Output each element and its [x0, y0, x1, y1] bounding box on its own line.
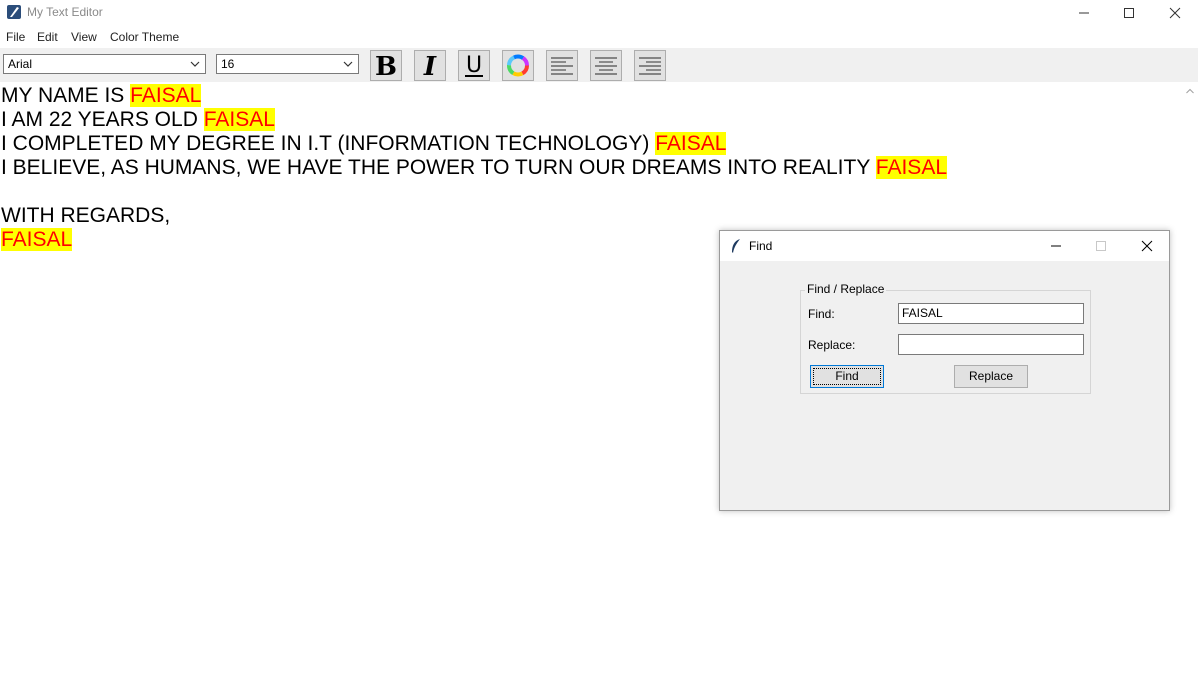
vertical-scrollbar[interactable]: [1182, 84, 1198, 685]
find-dialog-title: Find: [749, 239, 773, 253]
align-right-button[interactable]: [634, 50, 666, 81]
minimize-icon: [1079, 12, 1089, 14]
align-left-button[interactable]: [546, 50, 578, 81]
close-button[interactable]: [1152, 0, 1198, 26]
bold-icon: B: [375, 52, 397, 79]
search-highlight: FAISAL: [130, 84, 202, 107]
find-input[interactable]: FAISAL: [898, 303, 1084, 324]
align-center-icon: [595, 57, 617, 75]
italic-button[interactable]: I: [414, 50, 446, 81]
window-title: My Text Editor: [27, 5, 103, 19]
underline-icon: U: [465, 53, 483, 78]
dialog-minimize-button[interactable]: [1033, 231, 1078, 261]
font-family-value: Arial: [8, 57, 33, 71]
editor-line-2: I AM 22 YEARS OLD FAISAL: [1, 108, 275, 131]
replace-button[interactable]: Replace: [954, 365, 1028, 388]
quill-app-icon: [6, 4, 22, 20]
underline-button[interactable]: U: [458, 50, 490, 81]
replace-input[interactable]: [898, 334, 1084, 355]
feather-icon: [730, 238, 742, 259]
menu-file[interactable]: File: [6, 30, 25, 44]
bold-button[interactable]: B: [370, 50, 402, 81]
dialog-close-button[interactable]: [1124, 231, 1169, 261]
chevron-down-icon: [343, 61, 353, 67]
font-size-value: 16: [221, 57, 235, 71]
search-highlight: FAISAL: [875, 156, 947, 179]
find-button[interactable]: Find: [810, 365, 884, 388]
find-replace-group-label: Find / Replace: [805, 282, 887, 296]
editor-line-7: FAISAL: [1, 228, 73, 252]
find-dialog: Find Find / Replace Find: FAISAL Replace…: [719, 230, 1170, 511]
title-bar: My Text Editor: [0, 0, 1198, 26]
align-left-icon: [551, 57, 573, 75]
editor-line-1: MY NAME IS FAISAL: [1, 84, 202, 107]
close-icon: [1141, 240, 1153, 252]
close-icon: [1169, 7, 1181, 19]
maximize-icon: [1124, 8, 1134, 18]
svg-text:U: U: [466, 53, 482, 78]
menu-color-theme[interactable]: Color Theme: [110, 30, 179, 44]
color-wheel-icon: [507, 54, 529, 77]
replace-label: Replace:: [808, 338, 856, 352]
editor-line-6: WITH REGARDS,: [1, 204, 171, 227]
maximize-button[interactable]: [1106, 0, 1152, 26]
menu-edit[interactable]: Edit: [37, 30, 58, 44]
maximize-icon: [1096, 241, 1106, 251]
align-right-icon: [639, 57, 661, 75]
editor-line-4: I BELIEVE, AS HUMANS, WE HAVE THE POWER …: [1, 156, 947, 179]
chevron-down-icon: [190, 61, 200, 67]
minimize-icon: [1051, 245, 1061, 247]
font-family-select[interactable]: Arial: [3, 54, 206, 74]
search-highlight: FAISAL: [203, 108, 275, 131]
svg-text:I: I: [423, 52, 437, 79]
menu-bar: File Edit View Color Theme: [0, 28, 1198, 47]
color-button[interactable]: [502, 50, 534, 81]
svg-text:B: B: [375, 52, 397, 79]
toolbar: Arial 16 B I U: [0, 48, 1198, 82]
editor-line-3: I COMPLETED MY DEGREE IN I.T (INFORMATIO…: [1, 132, 727, 155]
italic-icon: I: [423, 52, 437, 79]
find-dialog-titlebar: Find: [720, 231, 1169, 261]
search-highlight: FAISAL: [655, 132, 727, 155]
font-size-select[interactable]: 16: [216, 54, 359, 74]
align-center-button[interactable]: [590, 50, 622, 81]
menu-view[interactable]: View: [71, 30, 97, 44]
scroll-up-arrow-icon: [1186, 88, 1194, 94]
dialog-maximize-button: [1078, 231, 1123, 261]
search-highlight: FAISAL: [1, 228, 73, 251]
minimize-button[interactable]: [1061, 0, 1107, 26]
find-label: Find:: [808, 307, 835, 321]
